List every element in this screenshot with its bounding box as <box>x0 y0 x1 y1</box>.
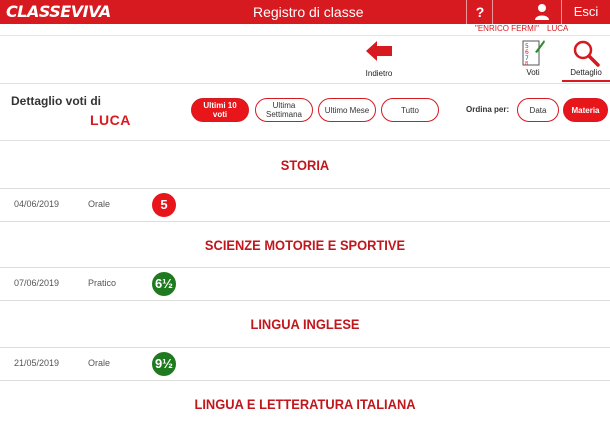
divider <box>0 140 610 141</box>
user-name: LUCA <box>547 24 569 33</box>
back-button[interactable]: Indietro <box>360 40 398 82</box>
divider <box>0 380 610 381</box>
dettaglio-button[interactable]: Dettaglio <box>562 38 610 82</box>
logout-button[interactable]: Esci <box>566 4 606 20</box>
student-name: LUCA <box>90 112 131 128</box>
grade-badge[interactable]: 6½ <box>152 272 176 296</box>
school-name: "ENRICO FERMI" <box>475 24 539 33</box>
app-logo[interactable]: CLASSEVIVA <box>6 2 111 22</box>
sort-by-subject[interactable]: Materia <box>563 98 608 122</box>
grades-sheet-icon: 5 6 7 8 <box>522 40 545 67</box>
topbar-divider <box>492 0 493 24</box>
divider <box>0 300 610 301</box>
back-arrow-icon <box>366 41 392 61</box>
voti-label: Voti <box>526 68 540 77</box>
magnifier-icon <box>573 40 600 67</box>
back-label: Indietro <box>365 69 393 78</box>
divider <box>0 83 610 84</box>
subject-heading: LINGUA INGLESE <box>250 316 360 332</box>
grade-badge[interactable]: 9½ <box>152 352 176 376</box>
dettaglio-label: Dettaglio <box>570 68 602 77</box>
filter-all[interactable]: Tutto <box>381 98 439 122</box>
topbar-divider <box>466 0 467 24</box>
grade-type: Orale <box>88 358 111 368</box>
divider <box>0 221 610 222</box>
subject-heading: SCIENZE MOTORIE E SPORTIVE <box>204 237 406 253</box>
grade-row[interactable]: 04/06/2019 Orale 5 <box>0 189 610 221</box>
subject-heading: LINGUA E LETTERATURA ITALIANA <box>194 396 416 412</box>
school-info: "ENRICO FERMI" LUCA <box>0 24 610 35</box>
grade-type: Pratico <box>88 278 117 288</box>
help-button[interactable]: ? <box>468 0 492 24</box>
topbar-divider <box>561 0 562 24</box>
top-bar: CLASSEVIVA Registro di classe ? Esci <box>0 0 610 24</box>
sort-label: Ordina per: <box>466 105 510 114</box>
svg-text:8: 8 <box>525 61 528 67</box>
user-icon[interactable] <box>530 3 554 21</box>
sort-by-date[interactable]: Data <box>517 98 559 122</box>
grade-row[interactable]: 07/06/2019 Pratico 6½ <box>0 268 610 300</box>
divider <box>0 35 610 36</box>
voti-button[interactable]: 5 6 7 8 Voti <box>516 38 550 82</box>
grade-badge[interactable]: 5 <box>152 193 176 217</box>
filter-last-week[interactable]: Ultima Settimana <box>255 98 313 122</box>
grade-row[interactable]: 21/05/2019 Orale 9½ <box>0 348 610 380</box>
subject-heading: STORIA <box>280 157 330 173</box>
detail-title: Dettaglio voti di <box>11 94 101 108</box>
grade-type: Orale <box>88 199 111 209</box>
filter-last-month[interactable]: Ultimo Mese <box>318 98 376 122</box>
grade-date: 07/06/2019 <box>14 278 60 288</box>
filter-last-10[interactable]: Ultimi 10 voti <box>191 98 249 122</box>
grade-date: 04/06/2019 <box>14 199 60 209</box>
grade-date: 21/05/2019 <box>14 358 60 368</box>
app-title: Registro di classe <box>253 4 364 20</box>
